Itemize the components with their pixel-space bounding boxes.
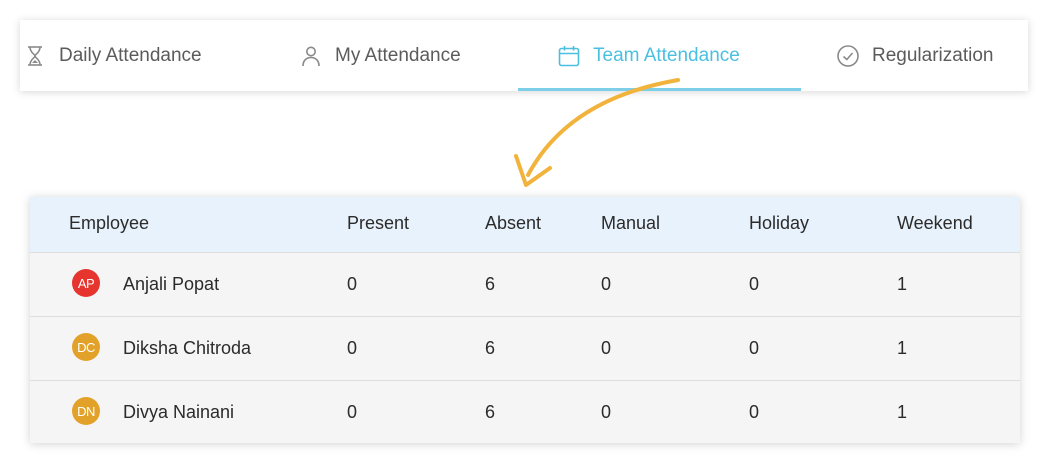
- avatar: DN: [72, 397, 100, 425]
- weekend-count: 1: [897, 402, 908, 422]
- absent-count: 6: [485, 338, 496, 358]
- employee-name: Divya Nainani: [123, 402, 235, 422]
- tab-label: Regularization: [872, 44, 994, 66]
- tab-my-attendance[interactable]: My Attendance: [299, 20, 461, 91]
- team-attendance-table: Employee Present Absent Manual Holiday W…: [30, 197, 1020, 443]
- manual-count: 0: [601, 402, 612, 422]
- column-header-absent: Absent: [485, 213, 542, 233]
- holiday-count: 0: [749, 402, 760, 422]
- user-icon: [299, 44, 323, 68]
- table-row[interactable]: DC Diksha Chitroda 0 6 0 0 1: [30, 316, 1020, 380]
- column-header-holiday: Holiday: [749, 213, 810, 233]
- present-count: 0: [347, 402, 358, 422]
- absent-count: 6: [485, 274, 496, 294]
- table-header: Employee Present Absent Manual Holiday W…: [30, 197, 1020, 252]
- hourglass-icon: [23, 44, 47, 68]
- column-header-employee: Employee: [69, 213, 150, 233]
- employee-name: Diksha Chitroda: [123, 338, 252, 358]
- check-circle-icon: [836, 44, 860, 68]
- absent-count: 6: [485, 402, 496, 422]
- column-header-manual: Manual: [601, 213, 661, 233]
- manual-count: 0: [601, 274, 612, 294]
- avatar: DC: [72, 333, 100, 361]
- holiday-count: 0: [749, 274, 760, 294]
- tab-label: Team Attendance: [593, 44, 740, 66]
- column-header-weekend: Weekend: [897, 213, 973, 233]
- holiday-count: 0: [749, 338, 760, 358]
- weekend-count: 1: [897, 274, 908, 294]
- present-count: 0: [347, 274, 358, 294]
- weekend-count: 1: [897, 338, 908, 358]
- tab-regularization[interactable]: Regularization: [836, 20, 993, 91]
- tab-daily-attendance[interactable]: Daily Attendance: [23, 20, 202, 91]
- tab-label: Daily Attendance: [59, 44, 202, 66]
- manual-count: 0: [601, 338, 612, 358]
- table-row[interactable]: DN Divya Nainani 0 6 0 0 1: [30, 380, 1020, 443]
- employee-name: Anjali Popat: [123, 274, 220, 294]
- present-count: 0: [347, 338, 358, 358]
- curved-arrow-icon: [514, 78, 680, 187]
- column-header-present: Present: [347, 213, 410, 233]
- table-row[interactable]: AP Anjali Popat 0 6 0 0 1: [30, 252, 1020, 316]
- calendar-icon: [557, 44, 581, 68]
- tab-label: My Attendance: [335, 44, 461, 66]
- avatar: AP: [72, 269, 100, 297]
